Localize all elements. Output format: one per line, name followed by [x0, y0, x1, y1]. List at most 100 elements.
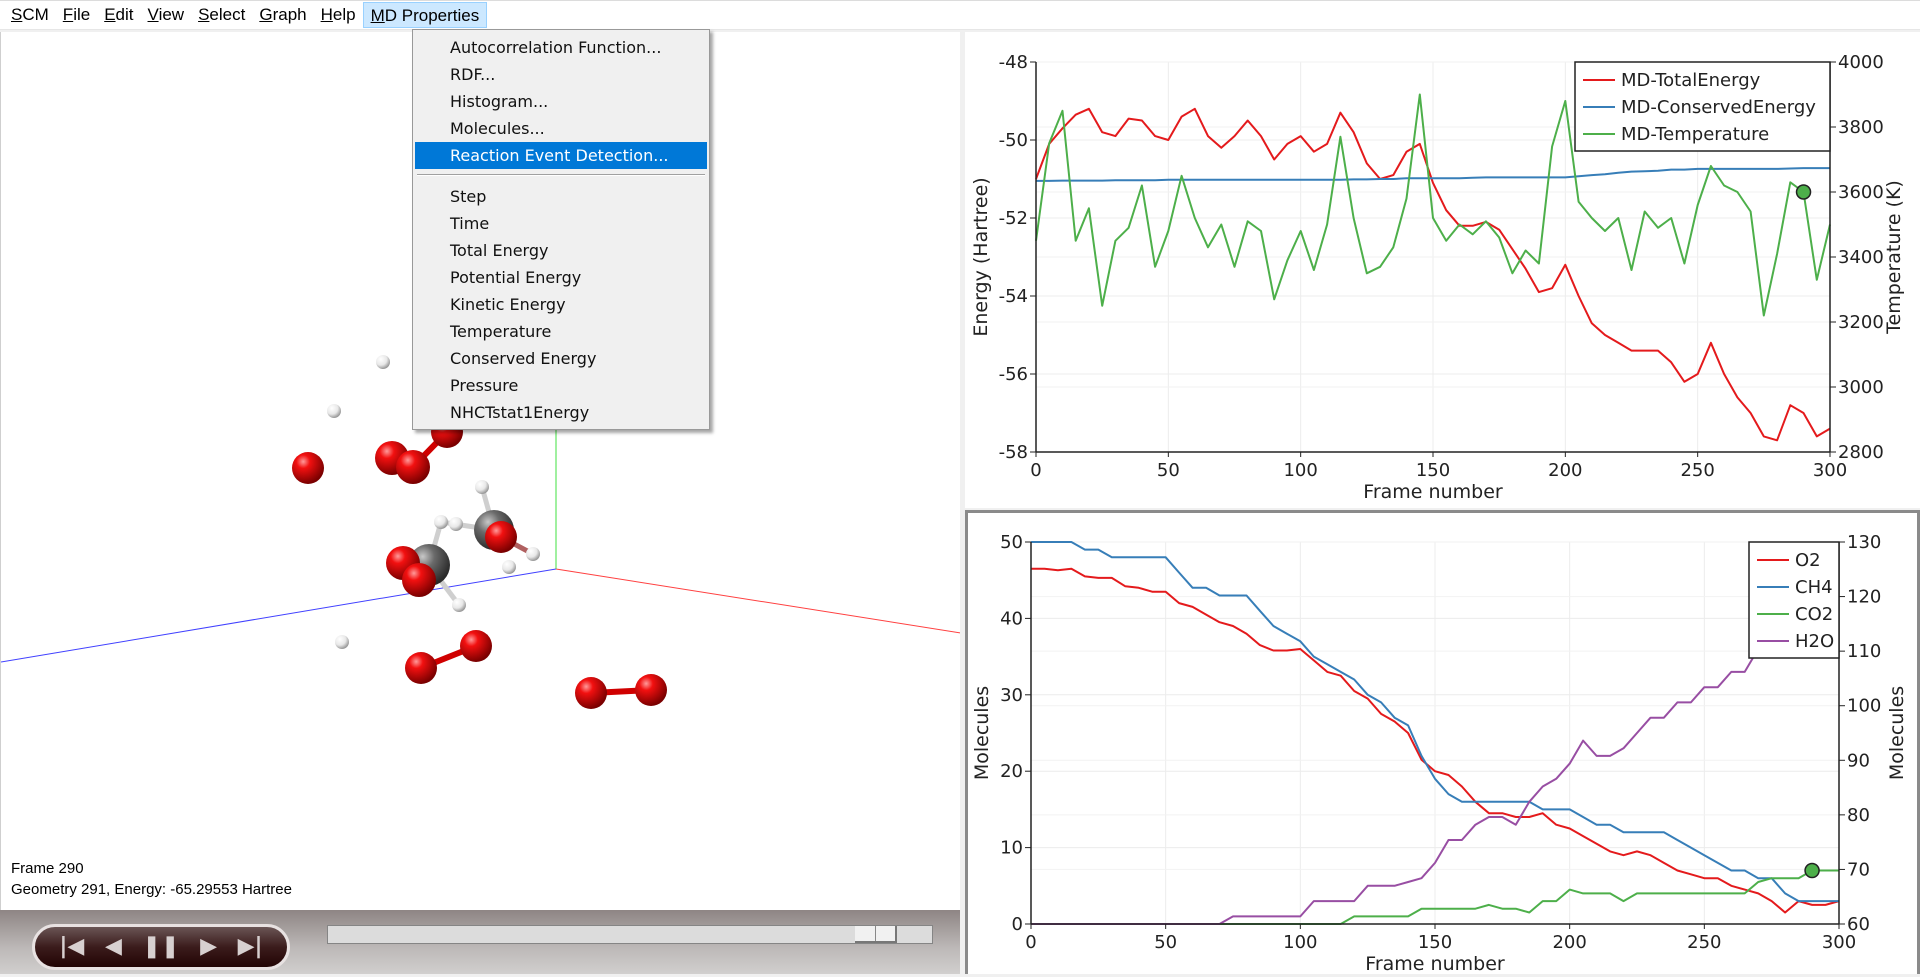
previous-frame-icon[interactable]: ◀	[105, 936, 122, 958]
chart-legend: O2 CH4 CO2 H2O	[1748, 541, 1840, 659]
y2-tick-label: 3600	[1838, 182, 1884, 203]
hydrogen-atom[interactable]	[327, 404, 341, 418]
y2-tick-label: 70	[1847, 859, 1870, 880]
legend-label-o2: O2	[1795, 550, 1821, 571]
energy-temperature-chart[interactable]: 0 50 100 150 200 250 300 -48 -50 -52 -54 -56 -58 4000…	[965, 32, 1920, 508]
hydrogen-atom[interactable]	[452, 598, 466, 612]
hydrogen-atom[interactable]	[434, 515, 448, 529]
hydrogen-atom[interactable]	[526, 547, 540, 561]
oxygen-atom[interactable]	[460, 630, 492, 662]
x-tick-label: 150	[1418, 932, 1452, 953]
y-tick-label: -48	[999, 52, 1028, 73]
y-tick-label: 50	[1000, 532, 1023, 553]
playback-bar: |◀ ◀ ❚❚ ▶ ▶|	[0, 910, 960, 974]
hydrogen-atom[interactable]	[502, 560, 516, 574]
oxygen-atom[interactable]	[485, 521, 517, 553]
menu-md-properties-label: MD Properties	[370, 6, 480, 25]
menu-select[interactable]: Select	[191, 2, 252, 28]
legend-label-h2o: H2O	[1795, 631, 1834, 652]
frame-slider-thumb[interactable]	[855, 926, 897, 943]
energy-chart-svg: 0 50 100 150 200 250 300 -48 -50 -52 -54 -56 -58 4000…	[970, 52, 1905, 503]
frame-label: Frame 290	[11, 860, 84, 877]
x-tick-label: 250	[1687, 932, 1721, 953]
y2-tick-label: 60	[1847, 914, 1870, 935]
hydrogen-atom[interactable]	[376, 355, 390, 369]
menu-file-label: File	[62, 5, 91, 24]
menu-item-total-energy[interactable]: Total Energy	[415, 237, 707, 264]
first-frame-icon[interactable]: |◀	[59, 936, 84, 958]
next-frame-icon[interactable]: ▶	[200, 936, 217, 958]
menu-md-properties[interactable]: MD Properties	[362, 2, 488, 28]
menu-scm-label: SCM	[11, 5, 49, 24]
menu-bar: SCM File Edit View Select Graph Help MD …	[0, 0, 1920, 30]
oxygen-atom[interactable]	[402, 563, 436, 597]
x-axis-label: Frame number	[1363, 481, 1503, 503]
menu-item-nhctstat1energy[interactable]: NHCTstat1Energy	[415, 399, 707, 426]
menu-item-rdf[interactable]: RDF...	[415, 61, 707, 88]
y-tick-label: -54	[999, 286, 1028, 307]
hydrogen-atom[interactable]	[449, 517, 463, 531]
menu-item-pressure[interactable]: Pressure	[415, 372, 707, 399]
hydrogen-atom[interactable]	[475, 480, 489, 494]
menu-item-time[interactable]: Time	[415, 210, 707, 237]
x-tick-label: 50	[1157, 460, 1180, 481]
menu-help-label: Help	[320, 5, 356, 24]
y2-tick-label: 90	[1847, 750, 1870, 771]
oxygen-atom[interactable]	[396, 450, 430, 484]
x-tick-label: 200	[1552, 932, 1586, 953]
menu-separator	[417, 174, 705, 176]
y2-tick-label: 130	[1847, 532, 1881, 553]
x-tick-label: 50	[1154, 932, 1177, 953]
menu-item-autocorrelation-function[interactable]: Autocorrelation Function...	[415, 34, 707, 61]
y-tick-label: 30	[1000, 685, 1023, 706]
menu-item-kinetic-energy[interactable]: Kinetic Energy	[415, 291, 707, 318]
molecules-chart[interactable]: 0 50 100 150 200 250 300 0 10 20 30 40 50 60 70 80 90 100…	[965, 510, 1920, 975]
legend-label-md-temperature: MD-Temperature	[1621, 124, 1769, 145]
menu-item-molecules[interactable]: Molecules...	[415, 115, 707, 142]
menu-help[interactable]: Help	[314, 2, 363, 28]
menu-graph[interactable]: Graph	[252, 2, 313, 28]
frame-slider[interactable]	[327, 925, 933, 944]
y-tick-label: -50	[999, 130, 1028, 151]
menu-edit[interactable]: Edit	[97, 2, 140, 28]
menu-view[interactable]: View	[141, 2, 192, 28]
y-tick-label: 10	[1000, 838, 1023, 859]
y-tick-label: -56	[999, 364, 1028, 385]
legend-label-md-conservedenergy: MD-ConservedEnergy	[1621, 97, 1816, 118]
hydrogen-atom[interactable]	[335, 635, 349, 649]
last-frame-icon[interactable]: ▶|	[238, 936, 263, 958]
x-tick-label: 300	[1822, 932, 1856, 953]
menu-file[interactable]: File	[56, 2, 97, 28]
y2-tick-label: 110	[1847, 641, 1881, 662]
menu-select-label: Select	[198, 5, 246, 24]
oxygen-atom[interactable]	[292, 452, 324, 484]
menu-item-temperature[interactable]: Temperature	[415, 318, 707, 345]
y-tick-label: 20	[1000, 761, 1023, 782]
y2-axis-label: Temperature (K)	[1883, 180, 1905, 335]
oxygen-atom[interactable]	[405, 652, 437, 684]
pause-icon[interactable]: ❚❚	[143, 936, 180, 958]
y-tick-label: -58	[999, 442, 1028, 463]
y2-axis-label: Molecules	[1886, 686, 1908, 780]
menu-item-potential-energy[interactable]: Potential Energy	[415, 264, 707, 291]
y2-tick-label: 80	[1847, 805, 1870, 826]
current-frame-marker	[1795, 184, 1812, 200]
oxygen-atom[interactable]	[635, 674, 667, 706]
y2-tick-label: 3000	[1838, 377, 1884, 398]
x-tick-label: 0	[1025, 932, 1036, 953]
menu-item-step[interactable]: Step	[415, 183, 707, 210]
x-tick-label: 300	[1813, 460, 1847, 481]
menu-edit-label: Edit	[104, 5, 134, 24]
menu-item-histogram[interactable]: Histogram...	[415, 88, 707, 115]
menu-item-reaction-event-detection[interactable]: Reaction Event Detection...	[415, 142, 707, 169]
y-axis-label: Molecules	[971, 686, 993, 780]
x-tick-label: 100	[1283, 932, 1317, 953]
x-axis-label: Frame number	[1365, 953, 1505, 975]
menu-scm[interactable]: SCM	[4, 2, 56, 28]
oxygen-atom[interactable]	[575, 677, 607, 709]
y2-tick-label: 4000	[1838, 52, 1884, 73]
chart-legend: MD-TotalEnergy MD-ConservedEnergy MD-Tempe…	[1574, 61, 1831, 152]
y-axis-label: Energy (Hartree)	[970, 177, 992, 336]
x-tick-label: 200	[1548, 460, 1582, 481]
menu-item-conserved-energy[interactable]: Conserved Energy	[415, 345, 707, 372]
